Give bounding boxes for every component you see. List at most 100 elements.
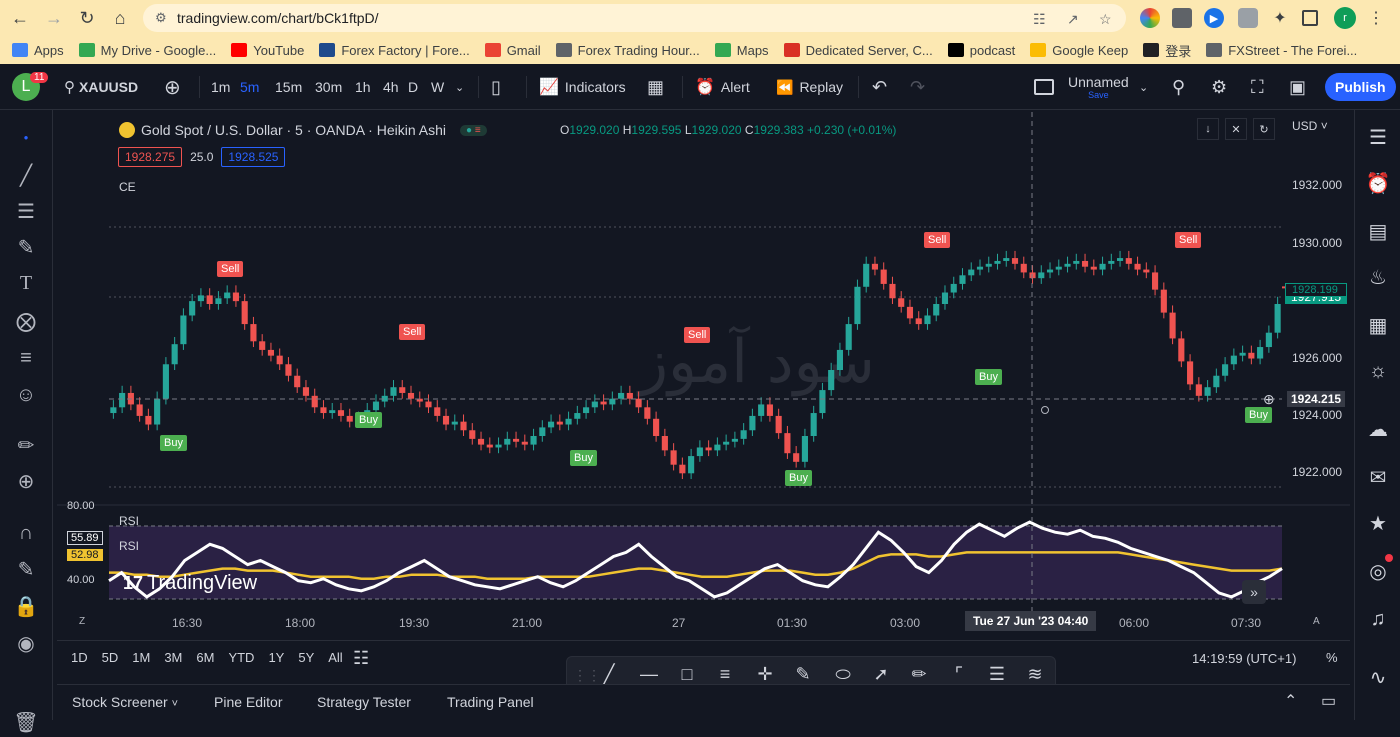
range-5d[interactable]: 5D [102,650,119,665]
range-3m[interactable]: 3M [164,650,182,665]
range-5y[interactable]: 5Y [298,650,314,665]
range-all[interactable]: All [328,650,342,665]
range-1y[interactable]: 1Y [268,650,284,665]
templates-grid-icon[interactable]: ▦ [647,64,664,110]
symbol-search[interactable]: ⚲ XAUUSD [64,64,138,110]
text-tool-icon[interactable]: T [11,268,41,298]
bookmark-item[interactable]: YouTube [231,43,304,58]
collapse-panel-chevron-icon[interactable]: ⌃ [1284,691,1297,711]
pattern-icon[interactable]: ⨂ [11,306,41,336]
camera-snapshot-icon[interactable]: ▣ [1289,64,1306,110]
prediction-icon[interactable]: ≡ [11,343,41,373]
sell-price-button[interactable]: 1928.275 [118,147,183,167]
percent-toggle[interactable]: % [1326,650,1338,665]
layout-name-button[interactable]: Unnamed Save [1068,64,1129,110]
alerts-clock-icon[interactable]: ⏰ [1363,168,1393,198]
interval-1m[interactable]: 1m [211,79,230,95]
auto-scale-toggle[interactable]: A [1313,616,1320,627]
extension-play-icon[interactable]: ▶ [1204,8,1224,28]
go-to-date-icon[interactable]: ☷ [353,648,369,669]
pine-chart-icon[interactable]: ∿ [1363,662,1393,692]
publish-button[interactable]: Publish [1325,64,1396,110]
reload-icon[interactable]: ↻ [73,4,101,32]
lock-pencil-icon[interactable]: ✎ [11,554,41,584]
fullscreen-icon[interactable]: ⛶ [1251,64,1264,110]
bookmark-item[interactable]: Dedicated Server, C... [783,43,933,58]
data-window-icon[interactable]: ▤ [1363,216,1393,246]
notifications-bell-icon[interactable]: ♫ [1363,604,1393,634]
bulb-signal-icon[interactable]: ★ [1363,508,1393,538]
magnet-icon[interactable]: ∩ [11,518,41,548]
indicators-button[interactable]: 📈 Indicators [539,64,626,110]
pane-refresh-icon[interactable]: ↻ [1253,118,1275,140]
ruler-icon[interactable]: ✏ [11,430,41,460]
scale-z-toggle[interactable]: Z [79,616,85,627]
buy-price-button[interactable]: 1928.525 [221,147,286,167]
indicator-legend-ce[interactable]: CE [119,180,136,194]
horizontal-ray-icon[interactable]: — [635,664,663,685]
fib-lines-icon[interactable]: ☰ [11,196,41,226]
highlighter-icon[interactable]: ✏ [905,664,933,685]
ray-icon[interactable]: ➚ [867,664,895,685]
market-status-icon[interactable]: ● ≡ [460,124,487,136]
user-avatar[interactable]: L 11 [12,64,49,110]
tab-trading-panel[interactable]: Trading Panel [447,694,534,710]
bookmark-item[interactable]: Forex Factory | Fore... [319,43,470,58]
interval-D[interactable]: D [408,79,418,95]
calendar-icon[interactable]: ▦ [1363,310,1393,340]
bookmark-item[interactable]: Maps [714,43,769,58]
currency-selector[interactable]: USD ˅ [1292,119,1328,133]
site-info-icon[interactable]: ⚙ [155,10,167,26]
interval-15m[interactable]: 15m [275,79,302,95]
eye-icon[interactable]: ◉ [11,628,41,658]
interval-5m[interactable]: 5m [240,79,259,95]
interval-30m[interactable]: 30m [315,79,342,95]
side-panel-icon[interactable] [1302,10,1318,26]
bookmark-star-icon[interactable]: ☆ [1099,11,1112,28]
trend-line-icon[interactable]: ╱ [11,160,41,190]
bookmark-item[interactable]: Gmail [484,43,541,58]
range-1m[interactable]: 1M [132,650,150,665]
pane-down-icon[interactable]: ↓ [1197,118,1219,140]
timezone-clock[interactable]: 14:19:59 (UTC+1) [1192,651,1296,666]
pitchfork-icon[interactable]: ☰ [983,664,1011,685]
pane-collapse-icon[interactable]: ✕ [1225,118,1247,140]
address-bar[interactable]: ⚙ tradingview.com/chart/bCk1ftpD/ ☷ ↗ ☆ [143,4,1126,32]
streams-icon[interactable]: ✉ [1363,462,1393,492]
emoji-icon[interactable]: ☺ [11,380,41,410]
add-alert-plus-icon[interactable]: ⊕ [1263,391,1275,408]
alert-button[interactable]: ⏰ Alert [695,64,750,110]
bookmark-item[interactable]: Apps [12,43,64,58]
share-icon[interactable]: ↗ [1067,11,1079,28]
range-ytd[interactable]: YTD [228,650,254,665]
chart-pane[interactable]: سود آموز Gold Spot / U.S. Dollar · 5 · O… [57,112,1350,634]
brush-icon[interactable]: ✎ [11,232,41,262]
rsi-legend-1[interactable]: RSI [119,514,139,528]
chat-icon[interactable]: ☁ [1363,414,1393,444]
zoom-in-icon[interactable]: ⊕ [11,466,41,496]
bookmark-item[interactable]: Google Keep [1030,43,1128,58]
trash-icon[interactable]: 🗑 [11,707,41,737]
rsi-legend-2[interactable]: RSI [119,539,139,553]
trend-line-icon[interactable]: ╱ [595,664,623,685]
layout-checkbox[interactable] [1034,64,1054,110]
bookmark-item[interactable]: My Drive - Google... [78,43,216,58]
scroll-right-icon[interactable]: » [1242,580,1266,604]
range-6m[interactable]: 6M [196,650,214,665]
watchlist-icon[interactable]: ☰ [1363,122,1393,152]
parallel-channel-icon[interactable]: ≋ [1021,664,1049,685]
maximize-panel-icon[interactable]: ▭ [1321,691,1336,711]
tab-pine-editor[interactable]: Pine Editor [214,694,282,710]
extension-color-icon[interactable] [1140,8,1160,28]
quick-search-icon[interactable]: ⚲ [1172,64,1185,110]
bookmark-item[interactable]: Forex Trading Hour... [555,43,700,58]
cursor-dot-icon[interactable]: ● [11,122,41,152]
layout-dropdown-chevron-icon[interactable]: ⌄ [1139,64,1148,110]
bookmark-item[interactable]: podcast [947,43,1015,58]
home-icon[interactable]: ⌂ [106,4,134,32]
chart-canvas[interactable]: سود آموز [57,112,1350,634]
extensions-puzzle-icon[interactable]: ✦ [1270,8,1290,28]
translate-icon[interactable]: ☷ [1033,11,1046,28]
range-1d[interactable]: 1D [71,650,88,665]
forward-arrow-icon[interactable]: → [40,4,68,32]
